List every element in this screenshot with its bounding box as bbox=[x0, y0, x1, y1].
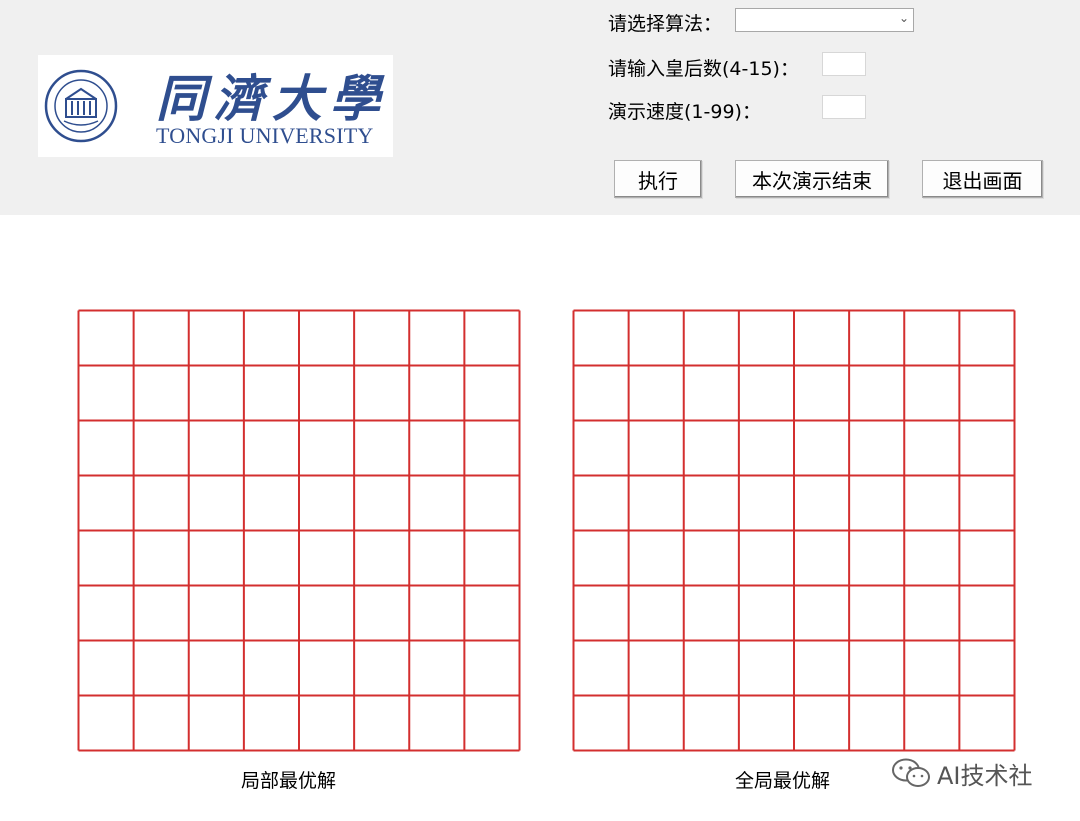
watermark: AI技术社 bbox=[891, 756, 1033, 790]
speed-label: 演示速度(1-99)： bbox=[608, 101, 761, 123]
execute-button[interactable]: 执行 bbox=[614, 160, 702, 198]
chevron-down-icon: ⌄ bbox=[898, 11, 909, 25]
global-optimum-caption: 全局最优解 bbox=[735, 770, 831, 792]
exit-button[interactable]: 退出画面 bbox=[922, 160, 1043, 198]
algorithm-select[interactable]: ⌄ bbox=[735, 8, 914, 32]
local-optimum-board bbox=[77, 309, 521, 752]
wechat-icon bbox=[892, 758, 930, 787]
control-panel: 同濟大學 TONGJI UNIVERSITY 请选择算法： ⌄ 请输入皇后数(4… bbox=[0, 0, 1080, 215]
local-optimum-caption: 局部最优解 bbox=[241, 770, 337, 792]
university-seal-icon bbox=[44, 69, 118, 143]
watermark-text: AI技术社 bbox=[937, 761, 1033, 790]
logo-name-cn: 同濟大學 bbox=[156, 69, 388, 128]
university-logo: 同濟大學 TONGJI UNIVERSITY bbox=[38, 55, 393, 157]
global-optimum-board bbox=[572, 309, 1016, 752]
algorithm-label: 请选择算法： bbox=[608, 13, 723, 35]
queens-input[interactable] bbox=[822, 52, 866, 76]
end-demo-button[interactable]: 本次演示结束 bbox=[735, 160, 889, 198]
queens-label: 请输入皇后数(4-15)： bbox=[608, 58, 799, 80]
speed-input[interactable] bbox=[822, 95, 866, 119]
logo-name-en: TONGJI UNIVERSITY bbox=[156, 123, 374, 148]
